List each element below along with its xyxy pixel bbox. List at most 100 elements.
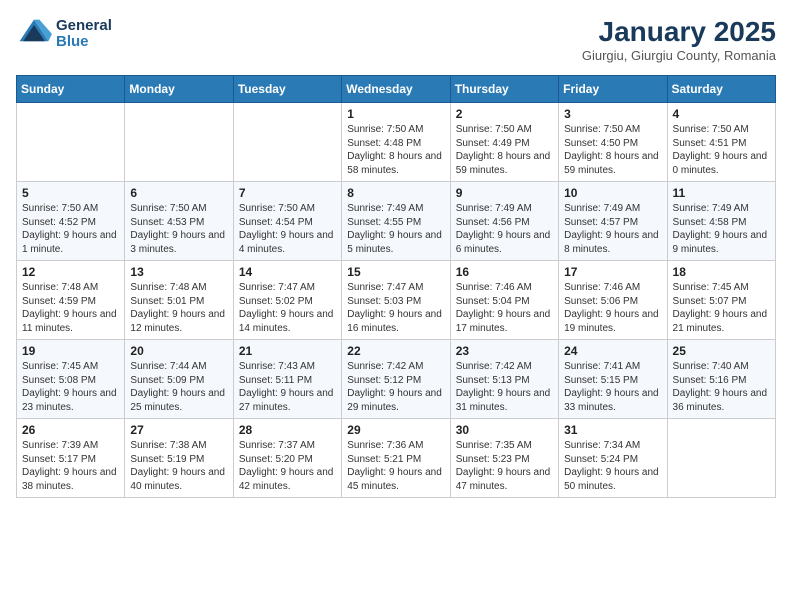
calendar-cell: 3Sunrise: 7:50 AM Sunset: 4:50 PM Daylig…: [559, 103, 667, 182]
weekday-header-row: SundayMondayTuesdayWednesdayThursdayFrid…: [17, 76, 776, 103]
day-number: 15: [347, 265, 444, 279]
day-number: 23: [456, 344, 553, 358]
calendar-cell: [125, 103, 233, 182]
day-number: 21: [239, 344, 336, 358]
day-number: 5: [22, 186, 119, 200]
day-number: 9: [456, 186, 553, 200]
calendar-cell: 16Sunrise: 7:46 AM Sunset: 5:04 PM Dayli…: [450, 261, 558, 340]
day-number: 3: [564, 107, 661, 121]
calendar-cell: 2Sunrise: 7:50 AM Sunset: 4:49 PM Daylig…: [450, 103, 558, 182]
day-number: 8: [347, 186, 444, 200]
day-number: 6: [130, 186, 227, 200]
cell-content: Sunrise: 7:43 AM Sunset: 5:11 PM Dayligh…: [239, 360, 336, 414]
calendar-cell: 22Sunrise: 7:42 AM Sunset: 5:12 PM Dayli…: [342, 340, 450, 419]
day-number: 29: [347, 423, 444, 437]
calendar-week-row: 26 Sunrise: 7:39 AM Sunset: 5:17 PM Dayli…: [17, 419, 776, 498]
cell-content: Sunrise: 7:50 AM Sunset: 4:51 PM Dayligh…: [673, 123, 770, 177]
cell-content: Sunrise: 7:46 AM Sunset: 5:06 PM Dayligh…: [564, 281, 661, 335]
cell-content: Sunrise: 7:36 AM Sunset: 5:21 PM Dayligh…: [347, 439, 444, 493]
weekday-header-monday: Monday: [125, 76, 233, 103]
weekday-header-saturday: Saturday: [667, 76, 775, 103]
month-title: January 2025: [582, 16, 776, 48]
calendar-cell: 1 Sunrise: 7:50 AM Sunset: 4:48 PM Daylig…: [342, 103, 450, 182]
calendar-cell: 14Sunrise: 7:47 AM Sunset: 5:02 PM Dayli…: [233, 261, 341, 340]
day-number: 30: [456, 423, 553, 437]
cell-content: Sunrise: 7:40 AM Sunset: 5:16 PM Dayligh…: [673, 360, 770, 414]
calendar-cell: [667, 419, 775, 498]
cell-content: Sunrise: 7:39 AM Sunset: 5:17 PM Dayligh…: [22, 439, 119, 493]
calendar-cell: 26 Sunrise: 7:39 AM Sunset: 5:17 PM Dayli…: [17, 419, 125, 498]
cell-content: Sunrise: 7:49 AM Sunset: 4:58 PM Dayligh…: [673, 202, 770, 256]
page-header: General Blue January 2025 Giurgiu, Giurg…: [16, 16, 776, 63]
calendar-cell: 6 Sunrise: 7:50 AM Sunset: 4:53 PM Daylig…: [125, 182, 233, 261]
cell-content: Sunrise: 7:34 AM Sunset: 5:24 PM Dayligh…: [564, 439, 661, 493]
logo-blue-text: Blue: [56, 34, 112, 51]
logo-text: General Blue: [56, 18, 112, 51]
cell-content: Sunrise: 7:44 AM Sunset: 5:09 PM Dayligh…: [130, 360, 227, 414]
calendar-header: SundayMondayTuesdayWednesdayThursdayFrid…: [17, 76, 776, 103]
weekday-header-wednesday: Wednesday: [342, 76, 450, 103]
calendar-cell: 9Sunrise: 7:49 AM Sunset: 4:56 PM Daylig…: [450, 182, 558, 261]
calendar-week-row: 12Sunrise: 7:48 AM Sunset: 4:59 PM Dayli…: [17, 261, 776, 340]
calendar-cell: 18 Sunrise: 7:45 AM Sunset: 5:07 PM Dayli…: [667, 261, 775, 340]
cell-content: Sunrise: 7:37 AM Sunset: 5:20 PM Dayligh…: [239, 439, 336, 493]
day-number: 16: [456, 265, 553, 279]
calendar-cell: 8 Sunrise: 7:49 AM Sunset: 4:55 PM Daylig…: [342, 182, 450, 261]
day-number: 28: [239, 423, 336, 437]
cell-content: Sunrise: 7:50 AM Sunset: 4:49 PM Dayligh…: [456, 123, 553, 177]
cell-content: Sunrise: 7:38 AM Sunset: 5:19 PM Dayligh…: [130, 439, 227, 493]
cell-content: Sunrise: 7:48 AM Sunset: 5:01 PM Dayligh…: [130, 281, 227, 335]
calendar-cell: 24 Sunrise: 7:41 AM Sunset: 5:15 PM Dayli…: [559, 340, 667, 419]
day-number: 18: [673, 265, 770, 279]
day-number: 13: [130, 265, 227, 279]
day-number: 31: [564, 423, 661, 437]
calendar-cell: 10Sunrise: 7:49 AM Sunset: 4:57 PM Dayli…: [559, 182, 667, 261]
weekday-header-friday: Friday: [559, 76, 667, 103]
calendar-cell: 15Sunrise: 7:47 AM Sunset: 5:03 PM Dayli…: [342, 261, 450, 340]
calendar-cell: 29 Sunrise: 7:36 AM Sunset: 5:21 PM Dayli…: [342, 419, 450, 498]
cell-content: Sunrise: 7:50 AM Sunset: 4:54 PM Dayligh…: [239, 202, 336, 256]
cell-content: Sunrise: 7:50 AM Sunset: 4:52 PM Dayligh…: [22, 202, 119, 256]
cell-content: Sunrise: 7:49 AM Sunset: 4:55 PM Dayligh…: [347, 202, 444, 256]
calendar-week-row: 5 Sunrise: 7:50 AM Sunset: 4:52 PM Daylig…: [17, 182, 776, 261]
calendar-cell: 20Sunrise: 7:44 AM Sunset: 5:09 PM Dayli…: [125, 340, 233, 419]
calendar-cell: 4Sunrise: 7:50 AM Sunset: 4:51 PM Daylig…: [667, 103, 775, 182]
calendar-cell: 21 Sunrise: 7:43 AM Sunset: 5:11 PM Dayli…: [233, 340, 341, 419]
day-number: 24: [564, 344, 661, 358]
cell-content: Sunrise: 7:49 AM Sunset: 4:57 PM Dayligh…: [564, 202, 661, 256]
calendar-body: 1 Sunrise: 7:50 AM Sunset: 4:48 PM Daylig…: [17, 103, 776, 498]
cell-content: Sunrise: 7:45 AM Sunset: 5:07 PM Dayligh…: [673, 281, 770, 335]
calendar-cell: 12Sunrise: 7:48 AM Sunset: 4:59 PM Dayli…: [17, 261, 125, 340]
calendar-cell: 31 Sunrise: 7:34 AM Sunset: 5:24 PM Dayli…: [559, 419, 667, 498]
logo-general-text: General: [56, 18, 112, 35]
weekday-header-sunday: Sunday: [17, 76, 125, 103]
calendar-cell: 7 Sunrise: 7:50 AM Sunset: 4:54 PM Daylig…: [233, 182, 341, 261]
day-number: 19: [22, 344, 119, 358]
day-number: 7: [239, 186, 336, 200]
calendar-cell: 11Sunrise: 7:49 AM Sunset: 4:58 PM Dayli…: [667, 182, 775, 261]
cell-content: Sunrise: 7:48 AM Sunset: 4:59 PM Dayligh…: [22, 281, 119, 335]
cell-content: Sunrise: 7:50 AM Sunset: 4:48 PM Dayligh…: [347, 123, 444, 177]
day-number: 25: [673, 344, 770, 358]
calendar-cell: [17, 103, 125, 182]
cell-content: Sunrise: 7:41 AM Sunset: 5:15 PM Dayligh…: [564, 360, 661, 414]
calendar-cell: [233, 103, 341, 182]
cell-content: Sunrise: 7:45 AM Sunset: 5:08 PM Dayligh…: [22, 360, 119, 414]
day-number: 27: [130, 423, 227, 437]
day-number: 1: [347, 107, 444, 121]
day-number: 17: [564, 265, 661, 279]
cell-content: Sunrise: 7:42 AM Sunset: 5:12 PM Dayligh…: [347, 360, 444, 414]
location-text: Giurgiu, Giurgiu County, Romania: [582, 48, 776, 63]
calendar-cell: 13 Sunrise: 7:48 AM Sunset: 5:01 PM Dayli…: [125, 261, 233, 340]
calendar-cell: 30 Sunrise: 7:35 AM Sunset: 5:23 PM Dayli…: [450, 419, 558, 498]
cell-content: Sunrise: 7:50 AM Sunset: 4:53 PM Dayligh…: [130, 202, 227, 256]
cell-content: Sunrise: 7:42 AM Sunset: 5:13 PM Dayligh…: [456, 360, 553, 414]
calendar-cell: 17 Sunrise: 7:46 AM Sunset: 5:06 PM Dayli…: [559, 261, 667, 340]
calendar-cell: 27 Sunrise: 7:38 AM Sunset: 5:19 PM Dayli…: [125, 419, 233, 498]
day-number: 26: [22, 423, 119, 437]
calendar-cell: 25 Sunrise: 7:40 AM Sunset: 5:16 PM Dayli…: [667, 340, 775, 419]
calendar-cell: 5 Sunrise: 7:50 AM Sunset: 4:52 PM Daylig…: [17, 182, 125, 261]
cell-content: Sunrise: 7:35 AM Sunset: 5:23 PM Dayligh…: [456, 439, 553, 493]
title-block: January 2025 Giurgiu, Giurgiu County, Ro…: [582, 16, 776, 63]
logo-icon: [16, 16, 52, 52]
